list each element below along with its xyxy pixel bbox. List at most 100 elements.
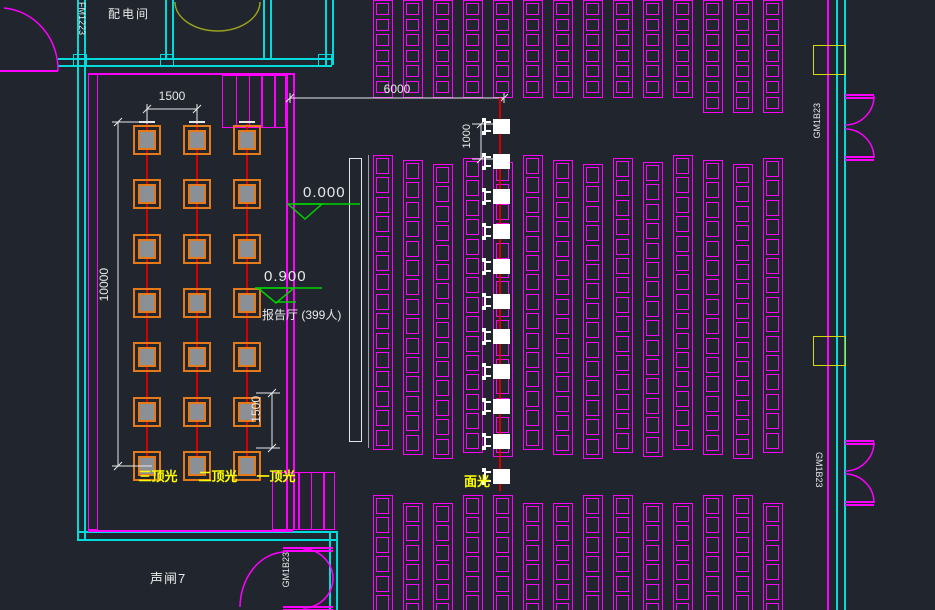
seat[interactable]	[496, 204, 509, 220]
stage-light[interactable]	[233, 125, 261, 155]
seat-strip[interactable]	[703, 495, 723, 610]
seat[interactable]	[406, 435, 419, 451]
seat[interactable]	[736, 400, 749, 416]
seat[interactable]	[676, 255, 689, 271]
seat[interactable]	[376, 274, 389, 290]
seat[interactable]	[616, 394, 629, 410]
seat[interactable]	[736, 225, 749, 241]
seat[interactable]	[676, 333, 689, 349]
stage-light[interactable]	[233, 342, 261, 372]
seat[interactable]	[466, 576, 479, 592]
seat[interactable]	[676, 410, 689, 426]
seat[interactable]	[496, 65, 509, 77]
seat[interactable]	[436, 50, 449, 62]
seat[interactable]	[706, 576, 719, 592]
seat[interactable]	[526, 313, 539, 329]
seat[interactable]	[406, 3, 419, 15]
seat[interactable]	[496, 50, 509, 62]
seat[interactable]	[706, 65, 719, 77]
seat[interactable]	[496, 378, 509, 394]
stage-light[interactable]	[183, 234, 211, 264]
seat[interactable]	[436, 342, 449, 358]
seat[interactable]	[616, 374, 629, 390]
stage-light[interactable]	[183, 179, 211, 209]
seat[interactable]	[466, 239, 479, 255]
seat[interactable]	[676, 430, 689, 446]
seat[interactable]	[436, 19, 449, 31]
seat[interactable]	[766, 180, 779, 196]
seat-strip[interactable]	[583, 164, 603, 459]
seat[interactable]	[736, 498, 749, 514]
front-light-fixture[interactable]	[482, 433, 512, 450]
seat[interactable]	[436, 167, 449, 183]
seat[interactable]	[586, 225, 599, 241]
seat[interactable]	[586, 19, 599, 31]
seat-strip[interactable]	[553, 503, 573, 610]
seat[interactable]	[646, 243, 659, 259]
seat[interactable]	[736, 97, 749, 109]
seat[interactable]	[496, 556, 509, 572]
seat[interactable]	[466, 517, 479, 533]
stage-light[interactable]	[233, 234, 261, 264]
front-light-fixture[interactable]	[482, 188, 512, 205]
seat[interactable]	[616, 413, 629, 429]
seat[interactable]	[616, 81, 629, 93]
seat[interactable]	[406, 182, 419, 198]
seat-strip[interactable]	[673, 503, 693, 610]
seat[interactable]	[376, 19, 389, 31]
seat[interactable]	[646, 320, 659, 336]
seat[interactable]	[676, 216, 689, 232]
seat[interactable]	[736, 419, 749, 435]
seat-strip[interactable]	[733, 495, 753, 610]
seat[interactable]	[406, 338, 419, 354]
seat[interactable]	[736, 50, 749, 62]
seat[interactable]	[556, 525, 569, 541]
seat-strip[interactable]	[433, 164, 453, 459]
seat[interactable]	[766, 200, 779, 216]
stage-light[interactable]	[183, 288, 211, 318]
seat[interactable]	[466, 3, 479, 15]
seat[interactable]	[586, 206, 599, 222]
seat[interactable]	[376, 197, 389, 213]
seat[interactable]	[646, 165, 659, 181]
front-light-fixture[interactable]	[482, 118, 512, 135]
seat[interactable]	[766, 50, 779, 62]
seat[interactable]	[736, 595, 749, 610]
seat[interactable]	[616, 297, 629, 313]
seat[interactable]	[736, 283, 749, 299]
seat[interactable]	[526, 391, 539, 407]
seat[interactable]	[466, 336, 479, 352]
cad-canvas[interactable]: 配电间 FM1223 1500 10000 1500 6000 1000 0.0…	[0, 0, 935, 610]
seat[interactable]	[526, 545, 539, 561]
seat[interactable]	[496, 417, 509, 433]
seat[interactable]	[706, 260, 719, 276]
seat[interactable]	[406, 415, 419, 431]
seat[interactable]	[676, 371, 689, 387]
seat[interactable]	[526, 430, 539, 446]
seat[interactable]	[706, 3, 719, 15]
seat-strip[interactable]	[373, 155, 393, 450]
seat[interactable]	[586, 50, 599, 62]
seat[interactable]	[436, 584, 449, 600]
seat[interactable]	[586, 595, 599, 610]
seat[interactable]	[646, 3, 659, 15]
seat-strip[interactable]	[463, 158, 483, 453]
seat[interactable]	[676, 564, 689, 580]
stage-light[interactable]	[233, 288, 261, 318]
seat-strip[interactable]	[673, 155, 693, 450]
seat[interactable]	[616, 3, 629, 15]
seat[interactable]	[616, 517, 629, 533]
seat[interactable]	[556, 34, 569, 46]
seat[interactable]	[376, 216, 389, 232]
seat[interactable]	[556, 376, 569, 392]
seat[interactable]	[376, 498, 389, 514]
seat[interactable]	[736, 322, 749, 338]
seat[interactable]	[436, 206, 449, 222]
seat[interactable]	[736, 81, 749, 93]
seat[interactable]	[466, 161, 479, 177]
stage-light[interactable]	[183, 397, 211, 427]
seat[interactable]	[676, 50, 689, 62]
seat[interactable]	[466, 355, 479, 371]
seat[interactable]	[646, 204, 659, 220]
seat[interactable]	[586, 400, 599, 416]
